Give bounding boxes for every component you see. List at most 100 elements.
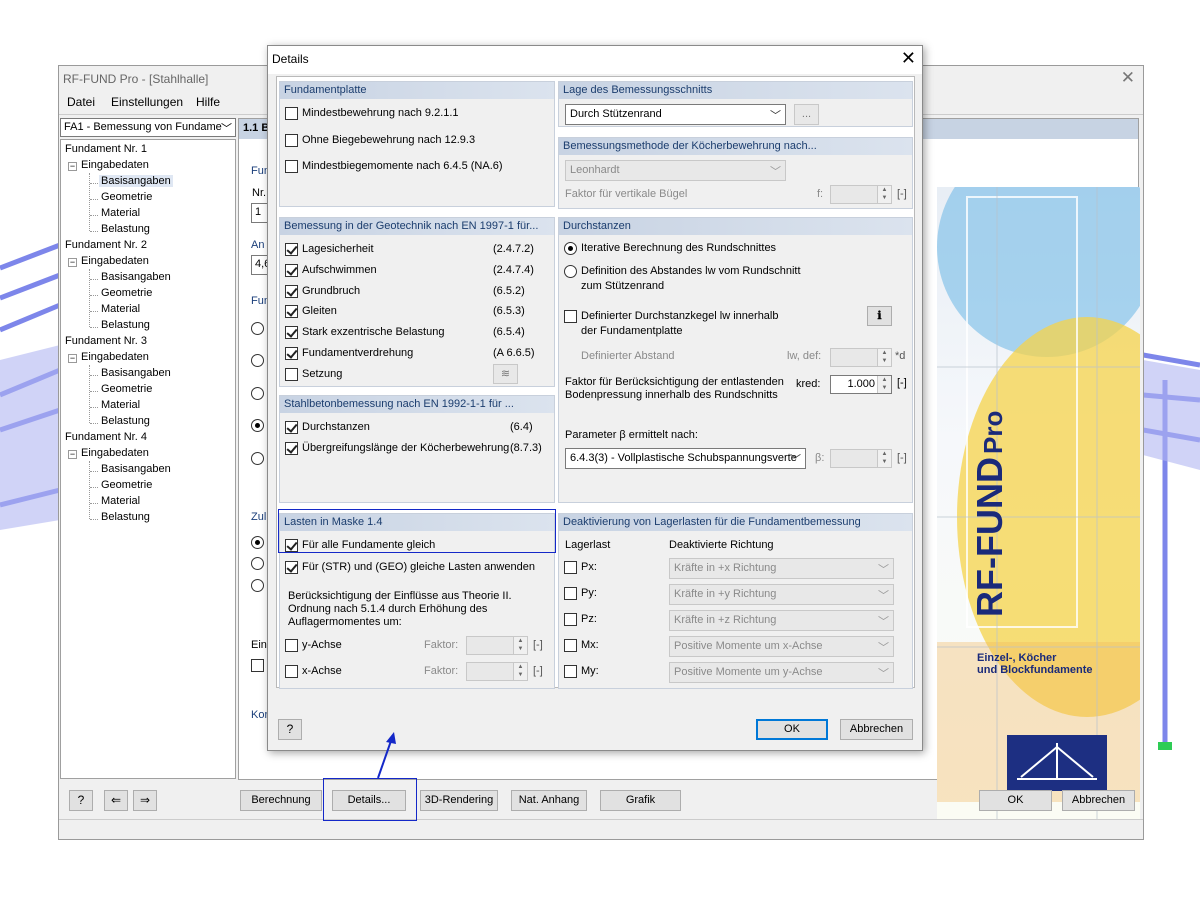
combo-richtung-2[interactable]: Kräfte in +y Richtung ﹀ (669, 584, 894, 605)
checkbox-durchstanzen-bemessung[interactable] (285, 421, 298, 434)
combo-bemessungsschnitt[interactable]: Durch Stützenrand ﹀ (565, 104, 786, 125)
tree-item-belastung[interactable]: Belastung (99, 223, 152, 235)
checkbox-lagerlast-3[interactable] (564, 613, 577, 626)
tree-item-geometrie[interactable]: Geometrie (99, 191, 154, 203)
checkbox-grundbruch[interactable] (285, 285, 298, 298)
tree-item-belastung[interactable]: Belastung (99, 415, 152, 427)
dialog-help-icon[interactable]: ? (278, 719, 302, 740)
spin-faktor-buegel[interactable]: ▲ ▼ (830, 185, 892, 204)
spin-faktor-x[interactable]: ▲ ▼ (466, 662, 528, 681)
combo-richtung-4[interactable]: Positive Momente um x-Achse ﹀ (669, 636, 894, 657)
spin-beta[interactable]: ▲ ▼ (830, 449, 892, 468)
nat-anhang-button[interactable]: Nat. Anhang (511, 790, 587, 811)
tree-item-geometrie[interactable]: Geometrie (99, 383, 154, 395)
previous-icon[interactable]: ⇐ (104, 790, 128, 811)
case-selector[interactable]: FA1 - Bemessung von Fundame ﹀ (60, 118, 236, 137)
tree-item-basisangaben[interactable]: Basisangaben (99, 463, 173, 475)
checkbox-aufschwimmen[interactable] (285, 264, 298, 277)
partial-radio-4[interactable] (251, 419, 264, 432)
tree-foundation-4[interactable]: Fundament Nr. 4 (65, 431, 147, 443)
checkbox-exzentrisch[interactable] (285, 326, 298, 339)
combo-richtung-5[interactable]: Positive Momente um y-Achse ﹀ (669, 662, 894, 683)
dialog-ok-button[interactable]: OK (756, 719, 828, 740)
checkbox-lagerlast-2[interactable] (564, 587, 577, 600)
tree-collapse-icon[interactable]: − (68, 162, 77, 171)
tree-foundation-3[interactable]: Fundament Nr. 3 (65, 335, 147, 347)
tree-item-material[interactable]: Material (99, 495, 142, 507)
spin-kred[interactable]: 1.000 ▲ ▼ (830, 375, 892, 394)
checkbox-str-geo-gleich[interactable] (285, 561, 298, 574)
tree-group-eingabedaten[interactable]: Eingabedaten (81, 351, 149, 363)
berechnung-button[interactable]: Berechnung (240, 790, 322, 811)
menu-einstellungen[interactable]: Einstellungen (111, 95, 183, 109)
tree-item-basisangaben[interactable]: Basisangaben (99, 367, 173, 379)
tree-collapse-icon[interactable]: − (68, 258, 77, 267)
bemessungsschnitt-more-button[interactable]: ... (794, 104, 819, 125)
tree-item-belastung[interactable]: Belastung (99, 511, 152, 523)
tree-item-basisangaben[interactable]: Basisangaben (99, 271, 173, 283)
tree-group-eingabedaten[interactable]: Eingabedaten (81, 255, 149, 267)
checkbox-lagesicherheit[interactable] (285, 243, 298, 256)
tree-item-geometrie[interactable]: Geometrie (99, 479, 154, 491)
partial-check[interactable] (251, 659, 264, 672)
radio-definition-abstand[interactable] (564, 265, 577, 278)
main-cancel-button[interactable]: Abbrechen (1062, 790, 1135, 811)
checkbox-setzung[interactable] (285, 368, 298, 381)
tree-connector-line (90, 503, 98, 504)
checkbox-mindestbewehrung[interactable] (285, 107, 298, 120)
tree-foundation-2[interactable]: Fundament Nr. 2 (65, 239, 147, 251)
combo-beta[interactable]: 6.4.3(3) - Vollplastische Schubspannungs… (565, 448, 806, 469)
checkbox-lagerlast-5[interactable] (564, 665, 577, 678)
grafik-button[interactable]: Grafik (600, 790, 681, 811)
group-header-bemessungsschnitt: Lage des Bemessungsschnitts (559, 82, 912, 99)
tree-connector-line (90, 375, 98, 376)
checkbox-uebergreifungslaenge[interactable] (285, 442, 298, 455)
partial-radio-8[interactable] (251, 579, 264, 592)
radio-iterative-berechnung[interactable] (564, 242, 577, 255)
checkbox-mindestbiegemomente[interactable] (285, 160, 298, 173)
tree-foundation-1[interactable]: Fundament Nr. 1 (65, 143, 147, 155)
partial-radio-7[interactable] (251, 557, 264, 570)
partial-radio-1[interactable] (251, 322, 264, 335)
spin-definierter-abstand[interactable]: ▲ ▼ (830, 348, 892, 367)
checkbox-lagerlast-1[interactable] (564, 561, 577, 574)
menu-datei[interactable]: Datei (67, 95, 95, 109)
checkbox-lagerlast-4[interactable] (564, 639, 577, 652)
tree-group-eingabedaten[interactable]: Eingabedaten (81, 159, 149, 171)
partial-radio-2[interactable] (251, 354, 264, 367)
info-icon[interactable]: ℹ (867, 306, 892, 326)
next-icon[interactable]: ⇒ (133, 790, 157, 811)
3d-rendering-button[interactable]: 3D-Rendering (420, 790, 498, 811)
checkbox-durchstanzkegel[interactable] (564, 310, 577, 323)
checkbox-y-achse[interactable] (285, 639, 298, 652)
checkbox-gleiten[interactable] (285, 305, 298, 318)
combo-richtung-1[interactable]: Kräfte in +x Richtung ﹀ (669, 558, 894, 579)
tree-connector-line (89, 365, 90, 423)
menu-hilfe[interactable]: Hilfe (196, 95, 220, 109)
combo-koecher-methode[interactable]: Leonhardt ﹀ (565, 160, 786, 181)
tree-collapse-icon[interactable]: − (68, 354, 77, 363)
checkbox-fundamentverdrehung[interactable] (285, 347, 298, 360)
help-icon[interactable]: ? (69, 790, 93, 811)
spin-faktor-y[interactable]: ▲ ▼ (466, 636, 528, 655)
checkbox-ohne-biegebewehrung[interactable] (285, 134, 298, 147)
dialog-cancel-button[interactable]: Abbrechen (840, 719, 913, 740)
tree-item-material[interactable]: Material (99, 303, 142, 315)
partial-radio-3[interactable] (251, 387, 264, 400)
label-durchstanzkegel-2: der Fundamentplatte (581, 325, 683, 337)
tree-group-eingabedaten[interactable]: Eingabedaten (81, 447, 149, 459)
tree-item-belastung[interactable]: Belastung (99, 319, 152, 331)
tree-item-material[interactable]: Material (99, 207, 142, 219)
partial-radio-6[interactable] (251, 536, 264, 549)
main-close-icon[interactable]: ✕ (1121, 68, 1135, 88)
checkbox-x-achse[interactable] (285, 665, 298, 678)
main-ok-button[interactable]: OK (979, 790, 1052, 811)
tree-collapse-icon[interactable]: − (68, 450, 77, 459)
tree-item-geometrie[interactable]: Geometrie (99, 287, 154, 299)
partial-radio-5[interactable] (251, 452, 264, 465)
combo-richtung-3[interactable]: Kräfte in +z Richtung ﹀ (669, 610, 894, 631)
tree-item-material[interactable]: Material (99, 399, 142, 411)
setzung-settings-icon[interactable]: ≋ (493, 364, 518, 384)
dialog-close-icon[interactable]: ✕ (901, 48, 916, 69)
tree-item-basisangaben[interactable]: Basisangaben (99, 175, 173, 187)
